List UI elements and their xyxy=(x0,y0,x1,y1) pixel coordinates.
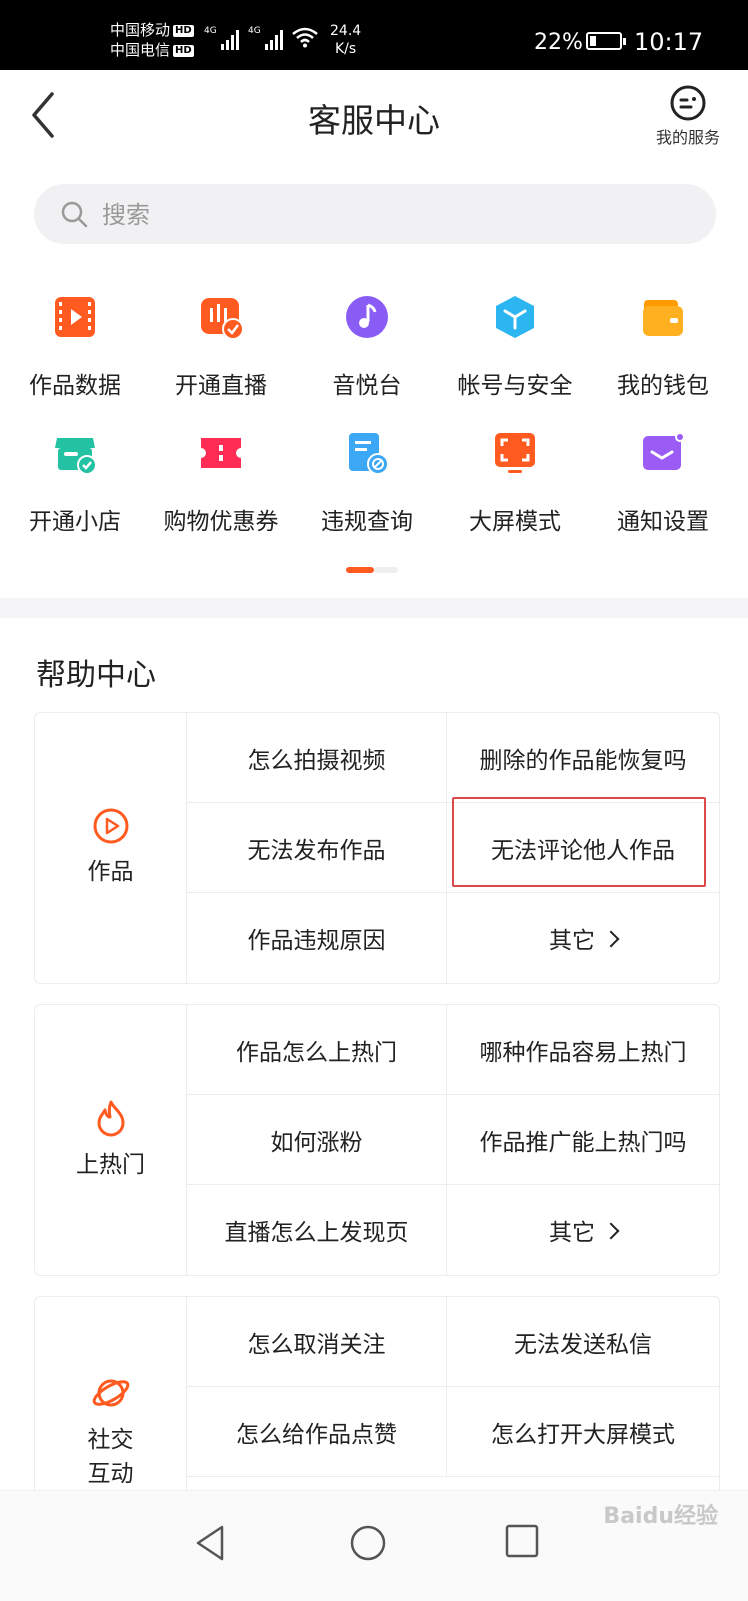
help-link[interactable]: 怎么打开大屏模式 xyxy=(447,1387,719,1477)
quick-action-music[interactable]: 音悦台 xyxy=(292,294,442,400)
quick-action-violation-query[interactable]: 违规查询 xyxy=(292,430,442,536)
account-security-icon xyxy=(496,296,534,338)
category-label: 上热门 xyxy=(76,1152,145,1178)
help-link[interactable]: 怎么拍摄视频 xyxy=(187,713,447,803)
clock: 10:17 xyxy=(634,28,704,56)
network-type-2: 4G xyxy=(248,26,261,36)
quick-action-label: 作品数据 xyxy=(29,373,121,399)
hd-badge-2: HD xyxy=(173,44,194,57)
music-icon xyxy=(346,296,388,338)
battery-level xyxy=(590,36,596,46)
quick-action-live[interactable]: 开通直播 xyxy=(146,294,296,400)
wallet-icon xyxy=(643,300,683,336)
my-service-button[interactable]: 我的服务 xyxy=(648,84,728,148)
coupon-icon xyxy=(201,438,241,468)
search-bar[interactable] xyxy=(34,184,716,246)
quick-action-label: 开通小店 xyxy=(29,509,121,535)
battery-icon xyxy=(586,32,626,50)
nav-back-icon[interactable] xyxy=(192,1523,228,1563)
help-link[interactable]: 直播怎么上发现页 xyxy=(187,1185,447,1275)
big-screen-icon xyxy=(495,433,535,473)
hd-badge-1: HD xyxy=(173,24,194,37)
my-service-label: 我的服务 xyxy=(655,128,720,147)
quick-action-label: 大屏模式 xyxy=(469,509,561,535)
battery-percent: 22% xyxy=(534,30,583,55)
network-speed: 24.4 K/s xyxy=(330,23,362,57)
help-link-more[interactable]: 其它 xyxy=(447,893,719,983)
page-dot xyxy=(374,567,398,573)
carrier-info: 中国移动 HD 中国电信 HD xyxy=(110,20,194,60)
search-input[interactable] xyxy=(100,184,684,246)
help-link[interactable]: 无法发布作品 xyxy=(187,803,447,893)
signal-icon: 4G xyxy=(204,26,239,50)
help-link-cannot-comment[interactable]: 无法评论他人作品 xyxy=(447,803,719,893)
quick-action-label: 帐号与安全 xyxy=(457,373,573,399)
chevron-right-icon xyxy=(602,930,620,948)
quick-action-label: 购物优惠券 xyxy=(163,509,279,535)
help-link[interactable]: 作品推广能上热门吗 xyxy=(447,1095,719,1185)
quick-action-label: 开通直播 xyxy=(175,373,267,399)
help-card-social: 社交互动 怎么取消关注 无法发送私信 怎么给作品点赞 怎么打开大屏模式 xyxy=(34,1296,720,1508)
more-label: 其它 xyxy=(549,928,595,954)
signal-icon-2: 4G xyxy=(248,26,283,50)
quick-action-big-screen[interactable]: 大屏模式 xyxy=(440,430,590,536)
section-divider xyxy=(0,598,748,618)
planet-icon xyxy=(92,1379,129,1407)
page-title: 客服中心 xyxy=(308,101,440,140)
category-label: 作品 xyxy=(87,859,134,885)
help-link[interactable]: 怎么给作品点赞 xyxy=(187,1387,447,1477)
shop-icon xyxy=(55,438,97,475)
quick-action-coupon[interactable]: 购物优惠券 xyxy=(146,430,296,536)
help-link[interactable]: 作品怎么上热门 xyxy=(187,1005,447,1095)
help-card-trending: 上热门 作品怎么上热门 哪种作品容易上热门 如何涨粉 作品推广能上热门吗 直播怎… xyxy=(34,1004,720,1276)
more-label: 其它 xyxy=(549,1220,595,1246)
service-face-icon xyxy=(670,85,706,121)
flame-icon xyxy=(97,1100,124,1137)
video-data-icon xyxy=(55,297,95,337)
play-circle-icon xyxy=(93,808,128,844)
carrier-1: 中国移动 xyxy=(110,21,171,39)
quick-action-shop[interactable]: 开通小店 xyxy=(0,430,150,536)
quick-action-wallet[interactable]: 我的钱包 xyxy=(588,294,738,400)
help-link[interactable]: 如何涨粉 xyxy=(187,1095,447,1185)
help-link[interactable]: 无法发送私信 xyxy=(447,1297,719,1387)
help-category-social[interactable]: 社交互动 xyxy=(35,1297,187,1507)
help-link-more[interactable]: 其它 xyxy=(447,1185,719,1275)
live-icon xyxy=(201,298,244,340)
chevron-right-icon xyxy=(602,1222,620,1240)
quick-action-label: 我的钱包 xyxy=(617,373,709,399)
nav-recents-icon[interactable] xyxy=(504,1523,540,1559)
help-link[interactable]: 删除的作品能恢复吗 xyxy=(447,713,719,803)
wifi-icon xyxy=(292,27,318,48)
category-label: 社交互动 xyxy=(87,1427,134,1487)
quick-action-label: 音悦台 xyxy=(332,373,402,399)
page-dot-active xyxy=(346,567,374,573)
network-type-1: 4G xyxy=(204,26,217,36)
help-link[interactable]: 哪种作品容易上热门 xyxy=(447,1005,719,1095)
quick-action-account-security[interactable]: 帐号与安全 xyxy=(440,294,590,400)
quick-action-notification[interactable]: 通知设置 xyxy=(588,430,738,536)
help-card-works: 作品 怎么拍摄视频 删除的作品能恢复吗 无法发布作品 无法评论他人作品 作品违规… xyxy=(34,712,720,984)
help-center-title: 帮助中心 xyxy=(36,658,156,693)
quick-action-label: 通知设置 xyxy=(617,509,709,535)
help-link[interactable]: 怎么取消关注 xyxy=(187,1297,447,1387)
search-icon xyxy=(61,201,88,228)
help-category-works[interactable]: 作品 xyxy=(35,713,187,983)
app-header: 客服中心 我的服务 xyxy=(0,70,748,160)
quick-action-video-data[interactable]: 作品数据 xyxy=(0,294,150,400)
status-bar: 中国移动 HD 中国电信 HD 4G 4G 24.4 K/s 22% 10:17 xyxy=(0,0,748,70)
watermark: Baidu经验 xyxy=(603,1504,718,1529)
nav-home-icon[interactable] xyxy=(348,1523,388,1563)
help-category-trending[interactable]: 上热门 xyxy=(35,1005,187,1275)
violation-query-icon xyxy=(349,433,389,475)
notification-icon xyxy=(643,432,685,470)
carrier-2: 中国电信 xyxy=(110,41,171,59)
help-link[interactable]: 作品违规原因 xyxy=(187,893,447,983)
quick-action-label: 违规查询 xyxy=(321,509,413,535)
